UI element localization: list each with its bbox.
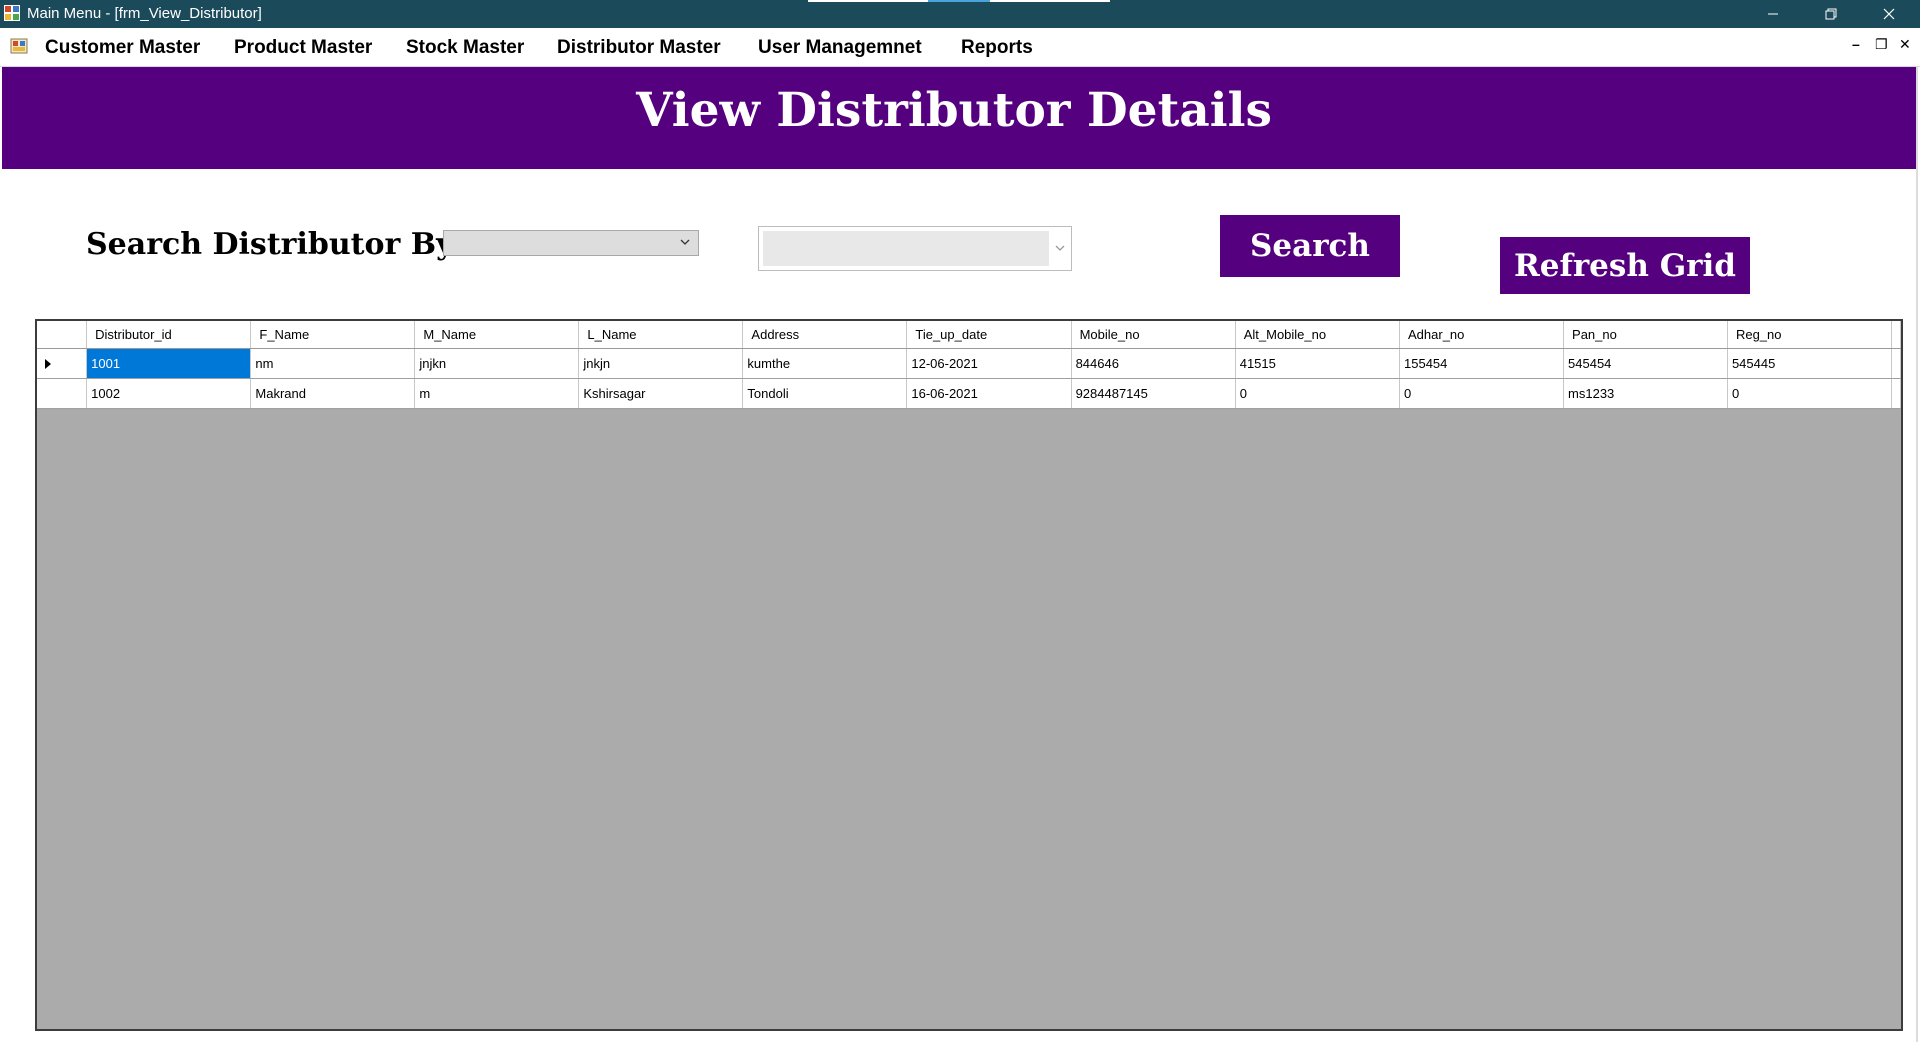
grid-cell[interactable]: 844646 — [1071, 348, 1236, 379]
search-by-label: Search Distributor By — [86, 227, 454, 262]
grid-cell[interactable]: 0 — [1235, 378, 1401, 409]
table-row[interactable]: 1001 nm jnjkn jnkjn kumthe 12-06-2021 84… — [37, 348, 1901, 379]
grid-cell[interactable]: 0 — [1727, 378, 1893, 409]
row-header[interactable] — [37, 378, 88, 409]
grid-cell-filler — [1891, 378, 1901, 409]
chevron-down-icon — [1055, 245, 1065, 251]
grid-cell[interactable]: nm — [250, 348, 416, 379]
grid-cell[interactable]: Kshirsagar — [578, 378, 744, 409]
taskbar-accent-highlight — [928, 0, 990, 2]
mdi-close-button[interactable]: ✕ — [1899, 36, 1911, 53]
grid-cell[interactable]: 0 — [1399, 378, 1565, 409]
column-header[interactable]: Reg_no — [1727, 321, 1893, 349]
grid-cell[interactable]: 545445 — [1727, 348, 1893, 379]
window-close-button[interactable] — [1860, 0, 1918, 28]
minimize-icon — [1768, 13, 1778, 15]
window-title: Main Menu - [frm_View_Distributor] — [27, 5, 262, 22]
table-row[interactable]: 1002 Makrand m Kshirsagar Tondoli 16-06-… — [37, 378, 1901, 409]
menu-bar: Customer Master Product Master Stock Mas… — [0, 28, 1920, 67]
column-header-filler — [1891, 321, 1901, 349]
chevron-down-icon — [680, 239, 690, 245]
mdi-child-icon[interactable] — [10, 37, 28, 55]
grid-cell[interactable]: jnjkn — [414, 348, 580, 379]
restore-icon — [1825, 8, 1837, 20]
menu-stock-master[interactable]: Stock Master — [406, 37, 524, 59]
row-header-current[interactable] — [37, 348, 88, 379]
search-value-display — [763, 231, 1049, 266]
menu-product-master[interactable]: Product Master — [234, 37, 372, 59]
grid-cell[interactable]: 545454 — [1563, 348, 1728, 379]
grid-cell-selected[interactable]: 1001 — [86, 348, 252, 379]
column-header[interactable]: Address — [742, 321, 908, 349]
column-header[interactable]: Pan_no — [1563, 321, 1728, 349]
grid-cell[interactable]: Tondoli — [742, 378, 908, 409]
menu-reports[interactable]: Reports — [961, 37, 1033, 59]
grid-cell[interactable]: jnkjn — [578, 348, 744, 379]
column-header[interactable]: Alt_Mobile_no — [1235, 321, 1401, 349]
grid-cell[interactable]: 9284487145 — [1071, 378, 1236, 409]
column-header[interactable]: F_Name — [250, 321, 416, 349]
grid-cell[interactable]: 16-06-2021 — [906, 378, 1072, 409]
grid-cell-filler — [1891, 348, 1901, 379]
search-field-dropdown[interactable] — [443, 230, 699, 256]
search-button[interactable]: Search — [1220, 215, 1400, 277]
mdi-minimize-button[interactable]: – — [1852, 36, 1860, 52]
distributor-table: Distributor_id F_Name M_Name L_Name Addr… — [37, 321, 1901, 409]
column-header[interactable]: Adhar_no — [1399, 321, 1565, 349]
window-restore-button[interactable] — [1802, 0, 1860, 28]
header-band: View Distributor Details — [2, 67, 1916, 169]
grid-cell[interactable]: Makrand — [250, 378, 416, 409]
grid-cell[interactable]: 41515 — [1235, 348, 1401, 379]
menu-user-management[interactable]: User Managemnet — [758, 37, 922, 59]
grid-cell[interactable]: 1002 — [86, 378, 252, 409]
window-title-bar: Main Menu - [frm_View_Distributor] — [0, 0, 1920, 28]
close-icon — [1883, 8, 1895, 20]
grid-cell[interactable]: m — [414, 378, 580, 409]
grid-cell[interactable]: 155454 — [1399, 348, 1565, 379]
current-row-arrow-icon — [45, 358, 51, 369]
grid-cell[interactable]: 12-06-2021 — [906, 348, 1072, 379]
refresh-grid-button[interactable]: Refresh Grid — [1500, 237, 1750, 294]
app-icon — [4, 5, 20, 21]
grid-cell[interactable]: ms1233 — [1563, 378, 1728, 409]
page-title: View Distributor Details — [636, 83, 1272, 138]
column-header[interactable]: M_Name — [414, 321, 580, 349]
grid-corner-header[interactable] — [37, 321, 88, 349]
window-minimize-button[interactable] — [1744, 0, 1802, 28]
menu-distributor-master[interactable]: Distributor Master — [557, 37, 721, 59]
column-header[interactable]: L_Name — [578, 321, 744, 349]
mdi-restore-button[interactable]: ❐ — [1875, 36, 1888, 53]
column-header[interactable]: Mobile_no — [1071, 321, 1236, 349]
grid-header-row: Distributor_id F_Name M_Name L_Name Addr… — [37, 321, 1901, 349]
search-value-dropdown[interactable] — [758, 226, 1072, 271]
grid-cell[interactable]: kumthe — [742, 348, 908, 379]
menu-customer-master[interactable]: Customer Master — [45, 37, 200, 59]
column-header[interactable]: Distributor_id — [86, 321, 252, 349]
column-header[interactable]: Tie_up_date — [906, 321, 1072, 349]
form-client-area: View Distributor Details Search Distribu… — [2, 67, 1918, 1042]
distributor-data-grid[interactable]: Distributor_id F_Name M_Name L_Name Addr… — [35, 319, 1903, 1031]
